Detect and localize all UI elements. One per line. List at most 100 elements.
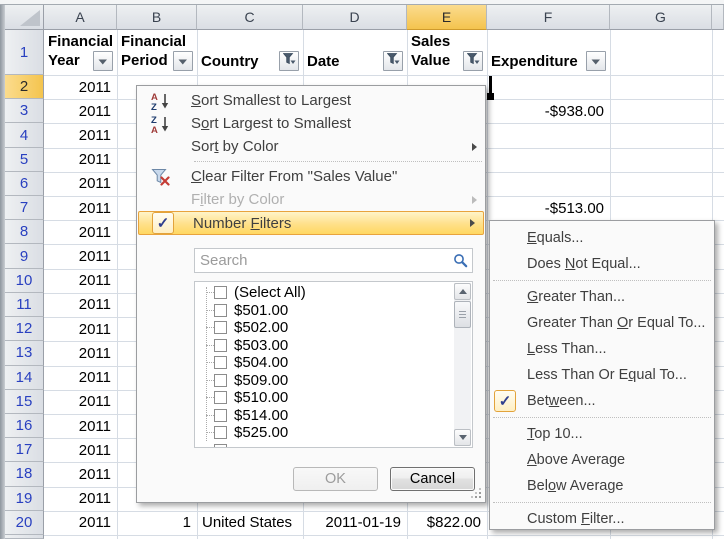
row-header-4[interactable]: 4 [5, 123, 44, 147]
row-header-5[interactable]: 5 [5, 148, 44, 172]
resize-grip[interactable] [472, 489, 482, 499]
row-header-2[interactable]: 2 [5, 75, 44, 99]
cell-a15[interactable]: 2011 [44, 390, 117, 414]
list-item-501-00[interactable]: $501.00 [195, 302, 453, 320]
cell-a17[interactable]: 2011 [44, 438, 117, 462]
row-header-14[interactable]: 14 [5, 366, 44, 390]
row-header-16[interactable]: 16 [5, 414, 44, 438]
column-header-b[interactable]: B [117, 5, 197, 30]
menu-item-greater-than-or-equal-to[interactable]: Greater Than Or Equal To... [490, 310, 714, 336]
column-header-a[interactable]: A [44, 5, 117, 30]
list-item-510-00[interactable]: $510.00 [195, 389, 453, 407]
cell-a4[interactable]: 2011 [44, 123, 117, 147]
row-header-8[interactable]: 8 [5, 220, 44, 244]
scroll-down-button[interactable] [454, 429, 471, 446]
checkbox-unchecked[interactable] [214, 391, 227, 404]
row-header-15[interactable]: 15 [5, 390, 44, 414]
row-header-19[interactable]: 19 [5, 487, 44, 511]
row-header-13[interactable]: 13 [5, 341, 44, 365]
header-cell-country[interactable]: Country [197, 30, 281, 75]
menu-item-sort-largest-to-smallest[interactable]: ZASort Largest to Smallest [137, 112, 485, 135]
scrollbar-thumb[interactable] [454, 301, 471, 328]
cell-f7[interactable]: -$513.00 [487, 196, 610, 220]
list-item-509-00[interactable]: $509.00 [195, 372, 453, 390]
row-header-partial[interactable] [5, 535, 44, 539]
list-item-504-00[interactable]: $504.00 [195, 354, 453, 372]
cell-a10[interactable]: 2011 [44, 269, 117, 293]
menu-item-above-average[interactable]: Above Average [490, 447, 714, 473]
cell-a3[interactable]: 2011 [44, 99, 117, 123]
row-header-6[interactable]: 6 [5, 172, 44, 196]
header-cell-financial-period[interactable]: Financial Period [117, 30, 175, 75]
menu-item-below-average[interactable]: Below Average [490, 473, 714, 499]
checkbox-unchecked[interactable] [214, 444, 227, 447]
cell-a8[interactable]: 2011 [44, 220, 117, 244]
cell-f3[interactable]: -$938.00 [487, 99, 610, 123]
menu-item-between[interactable]: ✓Between... [490, 388, 714, 414]
column-header-e[interactable]: E [407, 5, 487, 30]
filter-button-d-funnel[interactable] [383, 51, 403, 71]
menu-item-less-than-or-equal-to[interactable]: Less Than Or Equal To... [490, 362, 714, 388]
row-header-7[interactable]: 7 [5, 196, 44, 220]
row-header-20[interactable]: 20 [5, 511, 44, 535]
column-header-c[interactable]: C [197, 5, 303, 30]
row-header-10[interactable]: 10 [5, 269, 44, 293]
checkbox-unchecked[interactable] [214, 426, 227, 439]
cancel-button[interactable]: Cancel [390, 467, 475, 491]
cell-a5[interactable]: 2011 [44, 148, 117, 172]
checkbox-unchecked[interactable] [214, 339, 227, 352]
menu-item-less-than[interactable]: Less Than... [490, 336, 714, 362]
cell-c20[interactable]: United States [197, 511, 303, 535]
menu-item-clear-filter-from-sales-value[interactable]: Clear Filter From "Sales Value" [137, 165, 485, 188]
menu-item-number-filters[interactable]: ✓Number Filters [138, 211, 484, 235]
cell-e20[interactable]: $822.00 [407, 511, 487, 535]
checkbox-unchecked[interactable] [214, 409, 227, 422]
row-header-11[interactable]: 11 [5, 293, 44, 317]
checkbox-unchecked[interactable] [214, 304, 227, 317]
checkbox-unchecked[interactable] [214, 356, 227, 369]
cell-a2[interactable]: 2011 [44, 75, 117, 99]
list-scrollbar[interactable] [454, 283, 471, 446]
list-item-502-00[interactable]: $502.00 [195, 319, 453, 337]
column-header-g[interactable]: G [610, 5, 712, 30]
cell-a13[interactable]: 2011 [44, 341, 117, 365]
header-cell-expenditure[interactable]: Expenditure [487, 30, 588, 75]
checkbox-unchecked[interactable] [214, 374, 227, 387]
cell-a18[interactable]: 2011 [44, 462, 117, 486]
checkbox-unchecked[interactable] [214, 286, 227, 299]
column-header-f[interactable]: F [487, 5, 610, 30]
select-all-corner[interactable] [5, 5, 44, 30]
cell-a6[interactable]: 2011 [44, 172, 117, 196]
list-item-514-00[interactable]: $514.00 [195, 407, 453, 425]
menu-item-custom-filter[interactable]: Custom Filter... [490, 506, 714, 532]
menu-item-does-not-equal[interactable]: Does Not Equal... [490, 251, 714, 277]
search-input[interactable] [195, 249, 472, 272]
row-header-9[interactable]: 9 [5, 244, 44, 268]
filter-button-b-arrow[interactable] [173, 51, 193, 71]
row-header-17[interactable]: 17 [5, 438, 44, 462]
menu-item-top-10[interactable]: Top 10... [490, 421, 714, 447]
header-cell-date[interactable]: Date [303, 30, 385, 75]
list-item-select-all[interactable]: (Select All) [195, 284, 453, 302]
menu-item-sort-by-color[interactable]: Sort by Color [137, 135, 485, 158]
row-header-1[interactable]: 1 [5, 30, 44, 75]
list-item-525-00[interactable]: $525.00 [195, 424, 453, 442]
list-item-partial[interactable] [195, 442, 453, 448]
row-header-12[interactable]: 12 [5, 317, 44, 341]
cell-a11[interactable]: 2011 [44, 293, 117, 317]
checkbox-unchecked[interactable] [214, 321, 227, 334]
filter-button-a-arrow[interactable] [93, 51, 113, 71]
menu-item-sort-smallest-to-largest[interactable]: AZSort Smallest to Largest [137, 89, 485, 112]
scroll-up-button[interactable] [454, 283, 471, 300]
cell-a12[interactable]: 2011 [44, 317, 117, 341]
filter-button-c-funnel[interactable] [279, 51, 299, 71]
column-header-partial[interactable] [712, 5, 724, 30]
cell-a14[interactable]: 2011 [44, 366, 117, 390]
cell-a16[interactable]: 2011 [44, 414, 117, 438]
menu-item-equals[interactable]: Equals... [490, 225, 714, 251]
row-header-18[interactable]: 18 [5, 462, 44, 486]
header-cell-sales-value[interactable]: Sales Value [407, 30, 465, 75]
menu-item-greater-than[interactable]: Greater Than... [490, 284, 714, 310]
cell-a7[interactable]: 2011 [44, 196, 117, 220]
cell-a9[interactable]: 2011 [44, 244, 117, 268]
